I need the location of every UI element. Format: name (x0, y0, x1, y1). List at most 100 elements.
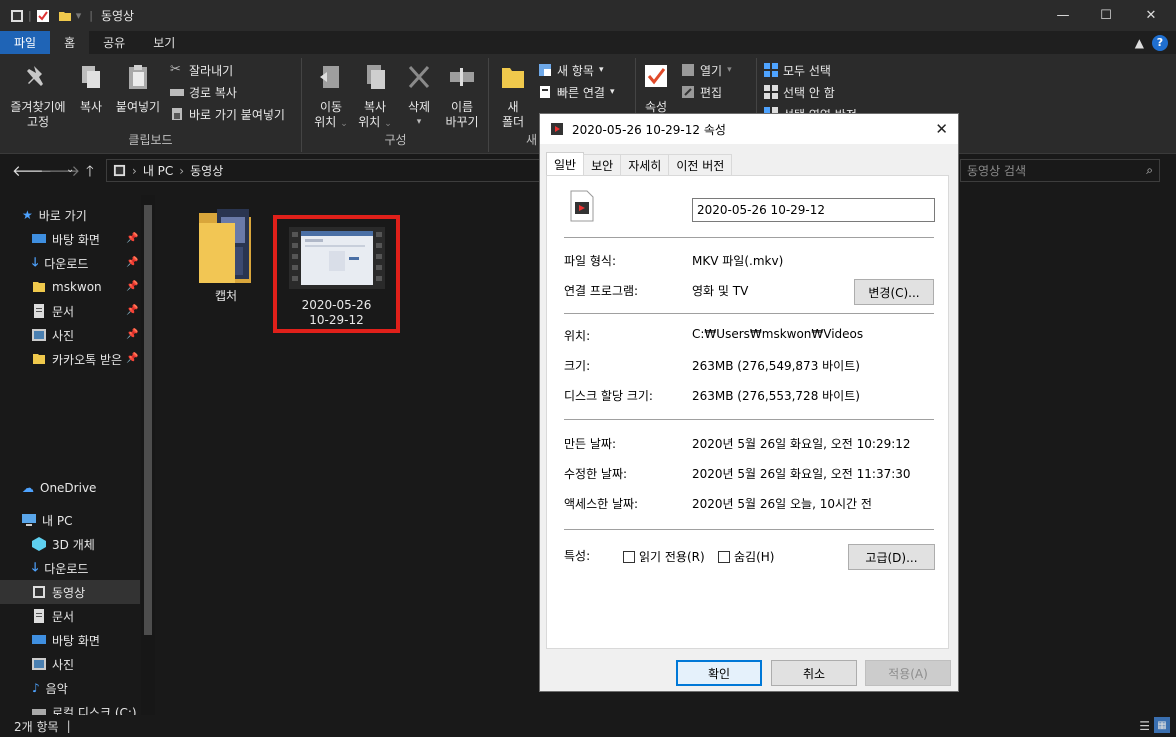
dialog-title-bar: 2020-05-26 10-29-12 속성 ✕ (540, 114, 958, 144)
document-icon (34, 304, 44, 318)
nav-this-pc[interactable]: 내 PC (22, 508, 156, 532)
details-view-icon[interactable]: ☰ (1139, 719, 1150, 733)
download-arrow-icon: 🡓 (32, 254, 39, 269)
paste-shortcut-button[interactable]: 바로 가기 붙여넣기 (170, 104, 285, 124)
address-bar[interactable]: › 내 PC › 동영상 (106, 159, 546, 182)
nav-scrollbar-thumb[interactable] (144, 205, 152, 635)
copy-button[interactable]: 복사 (74, 62, 108, 115)
advanced-button[interactable]: 고급(D)... (848, 544, 935, 570)
scissors-icon: ✂ (170, 62, 181, 77)
clipboard-group-label: 클립보드 (128, 133, 173, 147)
accessed-value: 2020년 5월 26일 오늘, 10시간 전 (692, 497, 872, 511)
location-value: C:₩Users₩mskwon₩Videos (692, 327, 864, 341)
nav-item-pc-pictures[interactable]: 사진 (32, 652, 156, 676)
recent-locations-icon[interactable]: ⌄ (66, 164, 74, 175)
tab-details[interactable]: 자세히 (620, 154, 670, 175)
breadcrumb-videos[interactable]: 동영상 (190, 162, 223, 179)
paste-button[interactable]: 붙여넣기 (112, 62, 164, 115)
properties-button[interactable]: 속성 (641, 62, 671, 115)
maximize-button[interactable]: ☐ (1083, 0, 1129, 31)
readonly-checkbox[interactable]: 읽기 전용(R) (623, 548, 705, 565)
close-button[interactable]: ✕ (1128, 0, 1174, 31)
tab-file[interactable]: 파일 (0, 31, 51, 54)
open-icon (682, 64, 694, 76)
nav-item-videos[interactable]: 동영상 (0, 580, 140, 604)
delete-button[interactable]: 삭제 ▾ (401, 62, 437, 130)
tab-general[interactable]: 일반 (546, 152, 585, 175)
apply-button[interactable]: 적용(A) (865, 660, 951, 686)
nav-onedrive[interactable]: ☁ OneDrive (22, 476, 156, 500)
cut-button[interactable]: ✂ 잘라내기 (170, 60, 233, 80)
tab-previous-versions[interactable]: 이전 버전 (668, 154, 733, 175)
nav-item-3d-objects[interactable]: 3D 개체 (32, 532, 156, 556)
video-file-item[interactable]: 2020-05-26 10-29-12 (279, 221, 394, 328)
search-input[interactable]: 동영상 검색 ⌕ (960, 159, 1160, 182)
path-icon (170, 89, 184, 96)
ok-button[interactable]: 확인 (676, 660, 762, 686)
document-icon (34, 609, 44, 623)
delete-x-icon (408, 65, 430, 89)
easy-access-button[interactable]: 빠른 연결 ▾ (538, 82, 615, 102)
tab-security[interactable]: 보안 (583, 154, 622, 175)
properties-quick-icon[interactable] (36, 9, 50, 23)
rename-button[interactable]: 이름 바꾸기 (441, 62, 483, 130)
new-folder-quick-icon[interactable] (58, 9, 72, 23)
status-bar: 2개 항목 | ☰ ▦ (0, 715, 1176, 737)
move-to-button[interactable]: 이동 위치 ⌄ (311, 62, 351, 132)
nav-item-pc-documents[interactable]: 문서 (32, 604, 156, 628)
new-folder-button[interactable]: 새 폴더 (496, 62, 530, 130)
select-none-icon (764, 85, 778, 99)
dialog-close-icon[interactable]: ✕ (935, 120, 948, 138)
nav-item-local-disk[interactable]: 로컬 디스크 (C:) (32, 700, 140, 715)
nav-item-pc-desktop[interactable]: 바탕 화면 (32, 628, 156, 652)
select-none-button[interactable]: 선택 안 함 (764, 82, 835, 102)
filename-input[interactable]: 2020-05-26 10-29-12 (692, 198, 935, 222)
checkbox-box[interactable] (718, 550, 730, 563)
cloud-icon: ☁ (22, 481, 34, 495)
pin-to-quick-access-button[interactable]: 즐겨찾기에 고정 (6, 62, 70, 130)
attributes-label: 특성: (564, 549, 591, 563)
nav-quick-access[interactable]: ★ 바로 가기 (22, 203, 156, 227)
open-button[interactable]: 열기 ▾ (681, 60, 732, 80)
nav-item-pc-downloads[interactable]: 🡓 다운로드 (32, 556, 156, 580)
desktop-icon (32, 635, 46, 644)
new-item-button[interactable]: 새 항목 ▾ (538, 60, 603, 80)
hidden-checkbox[interactable]: 숨김(H) (718, 548, 774, 565)
copy-to-icon (367, 65, 385, 89)
nav-item-kakaotalk[interactable]: 카카오톡 받은 (32, 347, 140, 371)
file-name: 캡처 (214, 289, 238, 303)
easy-access-icon (540, 86, 550, 98)
tab-share[interactable]: 공유 (89, 31, 139, 54)
video-file-icon (551, 123, 563, 135)
edit-button[interactable]: 편집 (681, 82, 722, 102)
select-all-button[interactable]: 모두 선택 (764, 60, 831, 80)
collapse-ribbon-icon[interactable]: ▲ (1135, 36, 1144, 50)
file-name-line1: 2020-05-26 (301, 298, 372, 312)
change-button[interactable]: 변경(C)... (854, 279, 934, 305)
desktop-icon (32, 234, 46, 243)
breadcrumb-this-pc[interactable]: 내 PC (143, 162, 173, 179)
copy-path-button[interactable]: 경로 복사 (170, 82, 237, 102)
modified-value: 2020년 5월 26일 화요일, 오전 11:37:30 (692, 467, 911, 481)
dialog-title: 2020-05-26 10-29-12 속성 (572, 122, 726, 137)
copy-to-button[interactable]: 복사 위치 ⌄ (355, 62, 395, 132)
folder-item-capture[interactable]: 캡처 (186, 203, 266, 304)
modified-label: 수정한 날짜: (564, 467, 628, 481)
music-note-icon: ♪ (32, 681, 40, 695)
help-icon[interactable]: ? (1152, 34, 1168, 51)
nav-scrollbar[interactable] (141, 195, 155, 715)
navigation-pane: ★ 바로 가기 바탕 화면 🡓 다운로드 mskwon 문서 사진 카카오톡 받… (0, 195, 156, 715)
checkbox-box[interactable] (623, 550, 635, 563)
large-icons-view-icon[interactable]: ▦ (1154, 717, 1170, 733)
accessed-label: 액세스한 날짜: (564, 497, 639, 511)
nav-item-music[interactable]: ♪ 음악 (32, 676, 156, 700)
cancel-button[interactable]: 취소 (771, 660, 857, 686)
up-arrow-icon[interactable]: 🡑 (86, 161, 94, 186)
drive-icon (32, 709, 46, 715)
shortcut-icon (172, 108, 182, 120)
search-icon[interactable]: ⌕ (1146, 163, 1153, 178)
quick-access-dropdown-icon[interactable]: ▾ (76, 9, 82, 22)
tab-view[interactable]: 보기 (139, 31, 189, 54)
minimize-button[interactable]: — (1040, 0, 1086, 31)
tab-home[interactable]: 홈 (50, 31, 90, 54)
